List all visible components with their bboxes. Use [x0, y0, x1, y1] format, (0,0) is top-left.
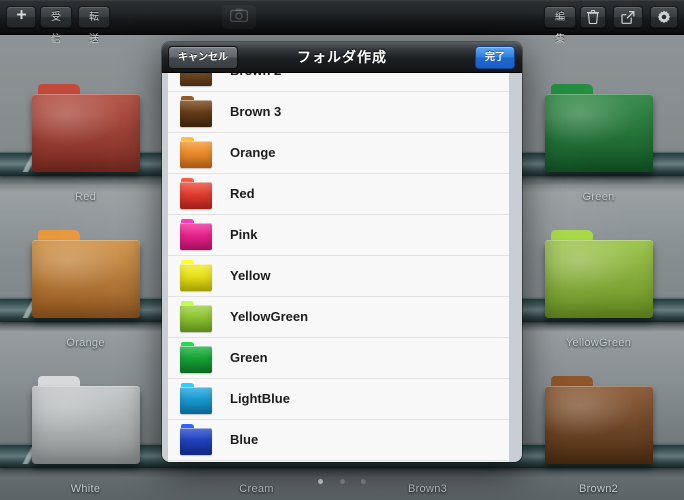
- color-list-item-label: Yellow: [230, 268, 271, 283]
- color-list-item[interactable]: Brown 2: [168, 73, 509, 92]
- folder-icon-green: [544, 84, 653, 174]
- color-list-item-label: LightBlue: [230, 391, 290, 406]
- color-list-item[interactable]: Brown 3: [168, 92, 509, 133]
- page-indicator-dots[interactable]: [0, 479, 684, 484]
- trash-icon: [586, 7, 600, 29]
- color-list-item[interactable]: LightBlue: [168, 379, 509, 420]
- share-button[interactable]: [613, 6, 643, 28]
- delete-button[interactable]: [580, 6, 606, 28]
- color-list-item[interactable]: Orange: [168, 133, 509, 174]
- folder-color-swatch-icon: [180, 424, 212, 456]
- color-list[interactable]: Brown 2 Brown 3 Orange Red Pink Yellow YellowG…: [168, 73, 509, 462]
- top-toolbar: 受信 転送 編集: [0, 0, 684, 45]
- folder-icon-white: [31, 376, 140, 466]
- folder-icon-orange: [31, 230, 140, 320]
- shelf-folder-white[interactable]: White: [0, 376, 171, 495]
- shelf-folder-red[interactable]: Red: [0, 84, 171, 203]
- modal-body: Brown 2 Brown 3 Orange Red Pink Yellow YellowG…: [162, 73, 522, 462]
- shelf-folder-brown2[interactable]: Brown2: [513, 376, 684, 495]
- color-list-inner: Brown 2 Brown 3 Orange Red Pink Yellow YellowG…: [168, 73, 509, 461]
- scrollbar-thumb[interactable]: [510, 143, 515, 293]
- color-list-item[interactable]: Red: [168, 174, 509, 215]
- folder-color-swatch-icon: [180, 73, 212, 87]
- folder-color-swatch-icon: [180, 342, 212, 374]
- folder-icon-red: [31, 84, 140, 174]
- color-list-item-label: YellowGreen: [230, 309, 309, 324]
- shelf-folder-label: Cream: [239, 483, 274, 495]
- shelf-folder-yellowgreen[interactable]: YellowGreen: [513, 230, 684, 349]
- shelf-folder-label: Brown2: [578, 483, 619, 495]
- color-list-item[interactable]: Pink: [168, 215, 509, 256]
- color-list-item[interactable]: YellowGreen: [168, 297, 509, 338]
- receive-button[interactable]: 受信: [40, 6, 72, 45]
- settings-button[interactable]: [650, 6, 678, 28]
- folder-icon-brown2: [544, 376, 653, 466]
- page-dot-3[interactable]: [360, 479, 366, 484]
- color-list-item-label: Brown 2: [230, 73, 281, 91]
- add-button[interactable]: [6, 6, 36, 28]
- color-list-item-label: Green: [230, 350, 268, 365]
- folder-color-swatch-icon: [180, 383, 212, 415]
- folder-color-swatch-icon: [180, 178, 212, 210]
- folder-color-swatch-icon: [180, 219, 212, 251]
- forward-button[interactable]: 転送: [78, 6, 110, 45]
- done-button[interactable]: 完了: [475, 46, 515, 69]
- color-list-item[interactable]: Green: [168, 338, 509, 379]
- color-list-item-label: Orange: [230, 145, 276, 160]
- camera-icon: [222, 5, 256, 29]
- folder-color-swatch-icon: [180, 301, 212, 333]
- color-list-item-label: Pink: [230, 227, 258, 242]
- folder-icon-yellowgreen: [544, 230, 653, 320]
- color-list-item-label: Blue: [230, 432, 259, 447]
- share-icon: [621, 7, 635, 29]
- folder-color-swatch-icon: [180, 96, 212, 128]
- scrollbar[interactable]: [509, 73, 515, 462]
- modal-header: キャンセル フォルダ作成 完了: [162, 42, 522, 73]
- shelf-folder-label: Brown3: [407, 483, 448, 495]
- app-screen: Red Green Orange YellowGreen White Cream…: [0, 0, 684, 500]
- cancel-button[interactable]: キャンセル: [168, 46, 238, 69]
- gear-icon: [657, 7, 671, 29]
- create-folder-modal: キャンセル フォルダ作成 完了 Brown 2 Brown 3 Orange Red P…: [162, 42, 522, 462]
- plus-icon: [15, 7, 27, 29]
- shelf-folder-orange[interactable]: Orange: [0, 230, 171, 349]
- folder-color-swatch-icon: [180, 137, 212, 169]
- page-dot-1[interactable]: [318, 479, 324, 484]
- edit-button[interactable]: 編集: [544, 6, 576, 45]
- color-list-item[interactable]: Blue: [168, 420, 509, 461]
- folder-color-swatch-icon: [180, 260, 212, 292]
- color-list-item-label: Red: [230, 186, 255, 201]
- shelf-folder-label: White: [70, 483, 101, 495]
- color-list-item[interactable]: Yellow: [168, 256, 509, 297]
- shelf-folder-green[interactable]: Green: [513, 84, 684, 203]
- page-dot-2[interactable]: [339, 479, 345, 484]
- color-list-item-label: Brown 3: [230, 104, 282, 119]
